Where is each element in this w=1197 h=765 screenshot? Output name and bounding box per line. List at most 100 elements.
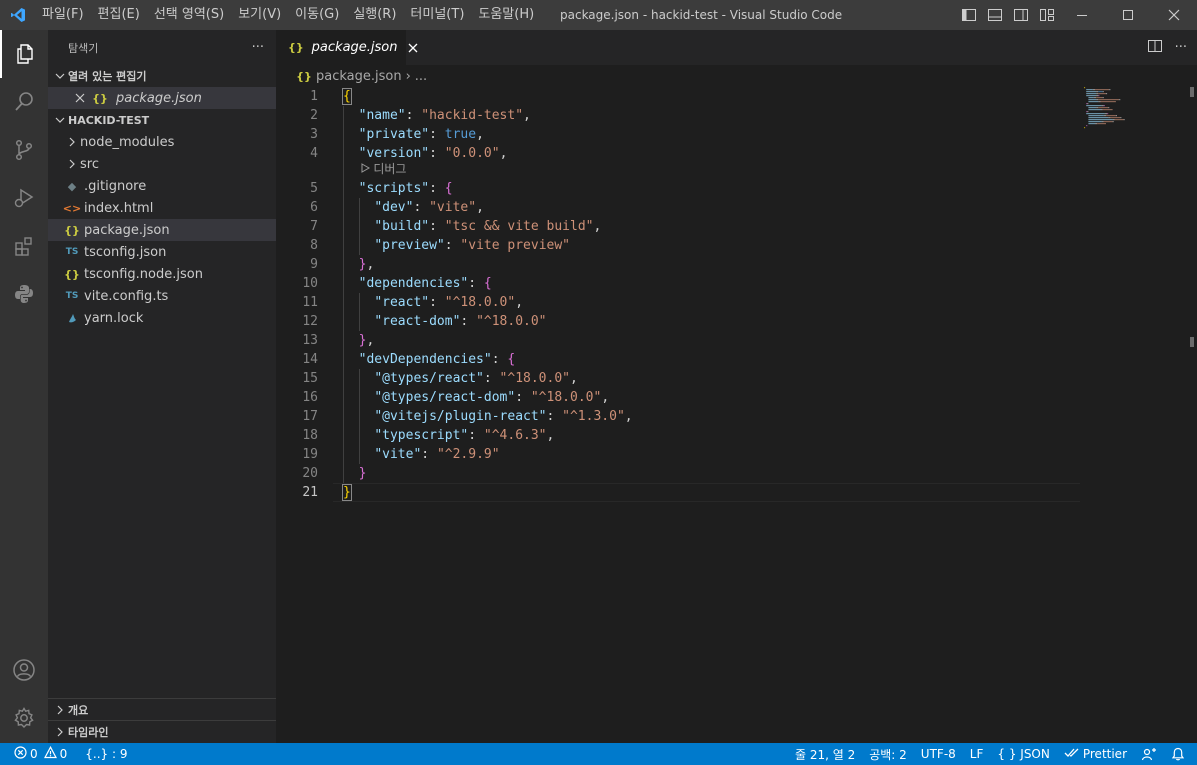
line-number: 2 <box>310 108 318 123</box>
menu-item-5[interactable]: 실행(R) <box>346 0 403 30</box>
menu-item-1[interactable]: 편집(E) <box>91 0 147 30</box>
menu-item-0[interactable]: 파일(F) <box>35 0 91 30</box>
code-text: "version": "0.0.0", <box>343 144 508 163</box>
minimap-token <box>1123 119 1125 121</box>
code-line: 18 "typescript": "^4.6.3", <box>276 426 1136 445</box>
more-actions-icon[interactable]: ··· <box>1175 40 1187 55</box>
extensions-icon[interactable] <box>0 222 48 270</box>
code-token: "^18.0.0" <box>530 390 602 405</box>
tree-file[interactable]: TS vite.config.ts <box>48 285 276 307</box>
minimap-token <box>1098 101 1101 103</box>
code-line: 9 }, <box>276 255 1136 274</box>
code-line: 14 "devDependencies": { <box>276 350 1136 369</box>
play-icon <box>361 162 371 176</box>
code-token: : <box>546 409 563 424</box>
menu-item-6[interactable]: 터미널(T) <box>403 0 471 30</box>
tab-package-json[interactable]: {} package.json <box>276 30 417 65</box>
indent-guide <box>358 293 360 331</box>
maximize-icon[interactable] <box>1105 0 1151 30</box>
code-text: "typescript": "^4.6.3", <box>343 426 554 445</box>
minimap-token <box>1086 91 1097 93</box>
menu-item-7[interactable]: 도움말(H) <box>471 0 541 30</box>
settings-gear-icon[interactable] <box>0 694 48 742</box>
window-title: package.json - hackid-test - Visual Stud… <box>560 8 843 22</box>
yarn-file-icon <box>64 310 80 326</box>
vertical-scrollbar[interactable] <box>1187 87 1197 743</box>
code-token: , <box>499 146 508 161</box>
notifications-bell-icon[interactable] <box>1164 743 1197 765</box>
menu-item-3[interactable]: 보기(V) <box>231 0 288 30</box>
close-tab-icon[interactable] <box>408 40 418 56</box>
tree-file[interactable]: ◆ .gitignore <box>48 175 276 197</box>
minimap-token <box>1086 89 1093 91</box>
code-token: , <box>476 200 484 215</box>
minimap-token <box>1100 109 1103 111</box>
line-number: 19 <box>302 447 318 462</box>
open-editors-label: 열려 있는 편집기 <box>68 70 147 83</box>
end-of-line[interactable]: LF <box>963 743 991 765</box>
tree-file[interactable]: TS tsconfig.json <box>48 241 276 263</box>
code-token: "vite preview" <box>460 238 570 253</box>
more-actions-button[interactable]: ··· <box>252 40 264 55</box>
explorer-icon[interactable] <box>0 30 48 78</box>
python-icon[interactable] <box>0 270 48 318</box>
tree-file[interactable]: {} package.json <box>48 219 276 241</box>
timeline-section[interactable]: 타임라인 <box>48 720 276 743</box>
code-text: "name": "hackid-test", <box>343 106 531 125</box>
account-icon[interactable] <box>0 646 48 694</box>
open-editor-item[interactable]: {} package.json <box>48 87 276 109</box>
split-editor-icon[interactable] <box>1147 38 1163 58</box>
open-editors-section[interactable]: 열려 있는 편집기 <box>48 65 276 87</box>
live-share-feedback-icon[interactable] <box>1134 743 1164 765</box>
menu-item-4[interactable]: 이동(G) <box>288 0 346 30</box>
cursor-position[interactable]: 줄 21, 열 2 <box>788 743 862 765</box>
tree-file[interactable]: <> index.html <box>48 197 276 219</box>
tree-file[interactable]: {} tsconfig.node.json <box>48 263 276 285</box>
toggle-primary-sidebar-icon[interactable] <box>958 4 980 26</box>
minimize-icon[interactable] <box>1059 0 1105 30</box>
json-outline-count[interactable]: {..} : 9 <box>78 743 134 765</box>
toggle-panel-icon[interactable] <box>984 4 1006 26</box>
code-line: 10 "dependencies": { <box>276 274 1136 293</box>
tree-file[interactable]: yarn.lock <box>48 307 276 329</box>
line-number: 13 <box>302 333 318 348</box>
language-mode[interactable]: { } JSON <box>990 743 1056 765</box>
tree-item-label: package.json <box>84 222 170 238</box>
problems-indicator[interactable]: 0 0 <box>0 743 74 765</box>
customize-layout-icon[interactable] <box>1036 4 1058 26</box>
source-control-icon[interactable] <box>0 126 48 174</box>
code-text: "@types/react-dom": "^18.0.0", <box>343 388 609 407</box>
minimap[interactable] <box>1084 87 1189 132</box>
code-line: 20 } <box>276 464 1136 483</box>
workspace-section[interactable]: HACKID-TEST <box>48 109 276 131</box>
encoding[interactable]: UTF-8 <box>914 743 963 765</box>
minimap-token <box>1102 97 1104 99</box>
code-text: "devDependencies": { <box>343 350 516 369</box>
outline-section[interactable]: 개요 <box>48 698 276 721</box>
tree-folder[interactable]: node_modules <box>48 131 276 153</box>
code-text: "dev": "vite", <box>343 198 484 217</box>
code-token: , <box>515 295 524 310</box>
minimap-token <box>1088 117 1109 119</box>
breadcrumb-more[interactable]: ... <box>415 69 427 84</box>
run-debug-icon[interactable] <box>0 174 48 222</box>
indentation[interactable]: 공백: 2 <box>862 743 914 765</box>
code-text: { <box>342 87 352 106</box>
code-token: "typescript" <box>374 428 469 443</box>
code-token: "dependencies" <box>358 276 469 291</box>
tree-folder[interactable]: src <box>48 153 276 175</box>
search-icon[interactable] <box>0 78 48 126</box>
prettier-status[interactable]: Prettier <box>1057 743 1134 765</box>
code-text: "dependencies": { <box>343 274 492 293</box>
menu-item-2[interactable]: 선택 영역(S) <box>147 0 231 30</box>
close-window-icon[interactable] <box>1151 0 1197 30</box>
toggle-secondary-sidebar-icon[interactable] <box>1010 4 1032 26</box>
code-line: 7 "build": "tsc && vite build", <box>276 217 1136 236</box>
line-number: 6 <box>310 200 318 215</box>
debug-codelens[interactable]: 디버그 <box>361 162 406 177</box>
line-number: 1 <box>310 89 318 104</box>
close-editor-icon[interactable] <box>72 90 88 106</box>
breadcrumb-file[interactable]: package.json <box>316 69 402 84</box>
code-token: "vite" <box>374 447 422 462</box>
